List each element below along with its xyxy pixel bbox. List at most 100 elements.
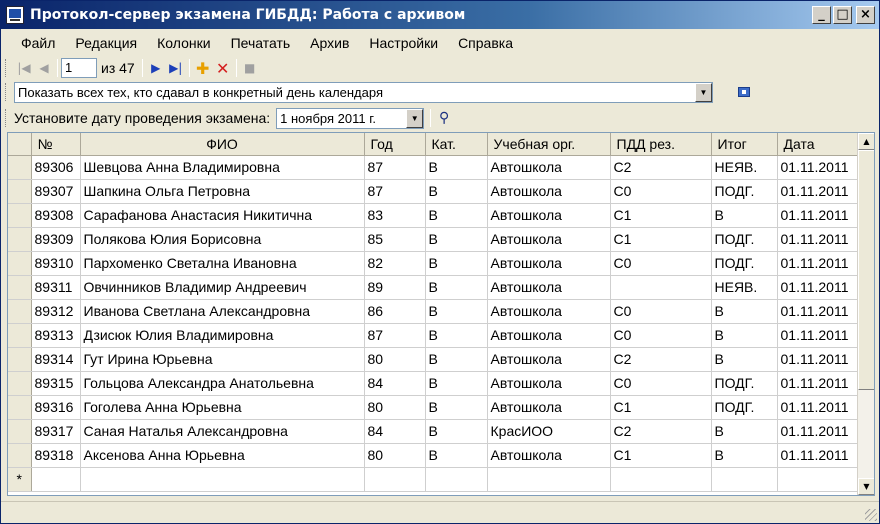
cell-pdd-result[interactable]: C0	[610, 371, 712, 396]
cell-date[interactable]: 01.11.2011	[777, 299, 859, 324]
scroll-up-icon[interactable]: ▲	[858, 133, 874, 150]
table-row[interactable]: 89312 Иванова Светлана Александровна 86 B Ав…	[8, 299, 859, 324]
toolbar-grip[interactable]	[5, 59, 8, 77]
scroll-down-icon[interactable]: ▼	[858, 478, 874, 495]
search-icon[interactable]: ⚲	[434, 108, 454, 128]
cell-date[interactable]: 01.11.2011	[777, 371, 859, 396]
cell-category[interactable]: B	[425, 323, 488, 348]
title-bar[interactable]: Протокол-сервер экзамена ГИБДД: Работа с…	[1, 1, 879, 29]
first-record-icon[interactable]: |◀	[14, 58, 34, 78]
table-row[interactable]: 89306 Шевцова Анна Владимировна 87 B Автошко…	[8, 155, 859, 180]
cell-date[interactable]: 01.11.2011	[777, 155, 859, 180]
new-row-cell[interactable]	[610, 467, 712, 492]
cell-year[interactable]: 87	[364, 323, 426, 348]
cell-year[interactable]: 80	[364, 443, 426, 468]
cell-name[interactable]: Иванова Светлана Александровна	[80, 299, 365, 324]
cell-category[interactable]: B	[425, 227, 488, 252]
cell-result[interactable]: B	[711, 299, 778, 324]
cell-category[interactable]: B	[425, 275, 488, 300]
table-row[interactable]: 89308 Сарафанова Анастасия Никитична 83 B Ав…	[8, 203, 859, 228]
prev-record-icon[interactable]: ◀	[34, 58, 54, 78]
cell-pdd-result[interactable]: C0	[610, 299, 712, 324]
cell-category[interactable]: B	[425, 299, 488, 324]
new-row-cell[interactable]	[364, 467, 426, 492]
cell-result[interactable]: B	[711, 347, 778, 372]
row-selector[interactable]	[8, 419, 32, 444]
table-row[interactable]: 89314 Гут Ирина Юрьевна 80 B Автошкола C2 B 01.…	[8, 347, 859, 372]
cell-name[interactable]: Дзисюк Юлия Владимировна	[80, 323, 365, 348]
cell-date[interactable]: 01.11.2011	[777, 395, 859, 420]
apply-filter-button[interactable]	[733, 82, 755, 102]
cell-year[interactable]: 82	[364, 251, 426, 276]
column-header-pdd-result[interactable]: ПДД рез.	[610, 133, 712, 156]
column-header-category[interactable]: Кат.	[425, 133, 488, 156]
cell-result[interactable]: B	[711, 419, 778, 444]
row-selector[interactable]	[8, 299, 32, 324]
table-row[interactable]: 89313 Дзисюк Юлия Владимировна 87 B Автошкол…	[8, 323, 859, 348]
cell-result[interactable]: НЕЯВ.	[711, 155, 778, 180]
menu-archive[interactable]: Архив	[300, 35, 359, 51]
cell-category[interactable]: B	[425, 443, 488, 468]
table-row[interactable]: 89309 Полякова Юлия Борисовна 85 B Автошкола…	[8, 227, 859, 252]
cell-date[interactable]: 01.11.2011	[777, 419, 859, 444]
row-header-corner[interactable]	[8, 133, 32, 156]
scroll-thumb[interactable]	[858, 150, 874, 390]
cell-number[interactable]: 89315	[31, 371, 81, 396]
save-icon[interactable]: ■	[240, 58, 260, 78]
new-row-cell[interactable]	[31, 467, 81, 492]
cell-year[interactable]: 87	[364, 155, 426, 180]
column-header-result[interactable]: Итог	[711, 133, 778, 156]
cell-year[interactable]: 83	[364, 203, 426, 228]
cell-name[interactable]: Полякова Юлия Борисовна	[80, 227, 365, 252]
toolbar-grip[interactable]	[5, 109, 8, 127]
cell-date[interactable]: 01.11.2011	[777, 203, 859, 228]
cell-year[interactable]: 87	[364, 179, 426, 204]
cell-school[interactable]: Автошкола	[487, 203, 611, 228]
cell-category[interactable]: B	[425, 347, 488, 372]
cell-pdd-result[interactable]: C0	[610, 323, 712, 348]
cell-number[interactable]: 89317	[31, 419, 81, 444]
cell-school[interactable]: Автошкола	[487, 371, 611, 396]
cell-number[interactable]: 89316	[31, 395, 81, 420]
cell-number[interactable]: 89311	[31, 275, 81, 300]
cell-category[interactable]: B	[425, 155, 488, 180]
chevron-down-icon[interactable]: ▼	[406, 108, 424, 128]
chevron-down-icon[interactable]: ▼	[695, 82, 712, 102]
cell-pdd-result[interactable]: C1	[610, 443, 712, 468]
cell-school[interactable]: Автошкола	[487, 323, 611, 348]
new-row-cell[interactable]	[425, 467, 488, 492]
column-header-name[interactable]: ФИО	[80, 133, 365, 156]
cell-date[interactable]: 01.11.2011	[777, 251, 859, 276]
new-row-cell[interactable]	[80, 467, 365, 492]
cell-pdd-result[interactable]: C1	[610, 395, 712, 420]
maximize-button[interactable]: □	[833, 6, 852, 24]
add-record-icon[interactable]: ✚	[193, 58, 213, 78]
cell-result[interactable]: B	[711, 443, 778, 468]
column-header-number[interactable]: №	[31, 133, 81, 156]
cell-pdd-result[interactable]: C0	[610, 179, 712, 204]
resize-grip[interactable]	[865, 509, 877, 521]
cell-category[interactable]: B	[425, 395, 488, 420]
cell-pdd-result[interactable]	[610, 275, 712, 300]
row-selector[interactable]	[8, 155, 32, 180]
table-row[interactable]: 89307 Шапкина Ольга Петровна 87 B Автошкола C…	[8, 179, 859, 204]
cell-pdd-result[interactable]: C2	[610, 347, 712, 372]
page-number-input[interactable]: 1	[61, 58, 97, 78]
row-selector[interactable]	[8, 371, 32, 396]
table-row[interactable]: 89315 Гольцова Александра Анатольевна 84 B А…	[8, 371, 859, 396]
cell-number[interactable]: 89307	[31, 179, 81, 204]
row-selector[interactable]	[8, 347, 32, 372]
table-row[interactable]: 89318 Аксенова Анна Юрьевна 80 B Автошкола C1…	[8, 443, 859, 468]
cell-school[interactable]: Автошкола	[487, 251, 611, 276]
cell-name[interactable]: Гольцова Александра Анатольевна	[80, 371, 365, 396]
cell-name[interactable]: Пархоменко Светална Ивановна	[80, 251, 365, 276]
cell-category[interactable]: B	[425, 251, 488, 276]
cell-school[interactable]: Автошкола	[487, 347, 611, 372]
cell-year[interactable]: 84	[364, 419, 426, 444]
cell-category[interactable]: B	[425, 179, 488, 204]
row-selector[interactable]	[8, 395, 32, 420]
delete-record-icon[interactable]: ✕	[213, 58, 233, 78]
cell-number[interactable]: 89318	[31, 443, 81, 468]
row-selector[interactable]	[8, 275, 32, 300]
cell-number[interactable]: 89309	[31, 227, 81, 252]
